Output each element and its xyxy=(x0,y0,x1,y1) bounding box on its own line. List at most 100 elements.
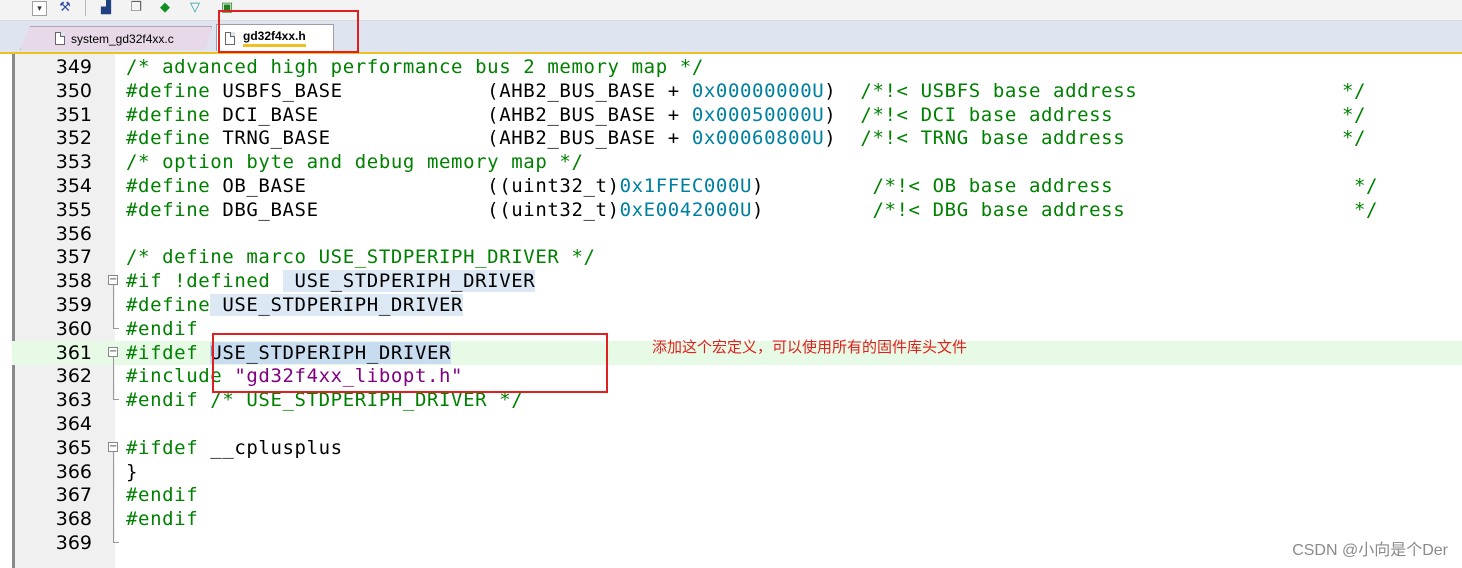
fold-end-marker xyxy=(113,327,119,329)
code-editor[interactable]: 349 /* advanced high performance bus 2 me… xyxy=(12,54,1462,568)
code-line[interactable]: 369 xyxy=(12,531,1462,555)
code-token: 0x00050000U xyxy=(691,103,825,126)
fold-guide xyxy=(113,356,114,401)
line-number: 364 xyxy=(55,413,92,435)
code-text: /* option byte and debug memory map */ xyxy=(126,150,583,174)
code-token: } xyxy=(126,460,139,483)
line-number: 356 xyxy=(55,222,92,245)
code-line[interactable]: 362 #include "gd32f4xx_libopt.h" xyxy=(12,364,1462,388)
code-line[interactable]: 368 #endif xyxy=(12,507,1462,531)
code-line[interactable]: 355 #define DBG_BASE ((uint32_t)0xE004200… xyxy=(12,198,1462,222)
code-line[interactable]: 364 xyxy=(12,412,1462,436)
code-text: #endif /* USE_STDPERIPH_DRIVER */ xyxy=(126,388,523,412)
code-text: #if !defined USE_STDPERIPH_DRIVER xyxy=(126,269,536,293)
code-line[interactable]: 349 /* advanced high performance bus 2 me… xyxy=(12,55,1462,79)
tab-gd32f4xx-h[interactable]: gd32f4xx.h xyxy=(216,24,334,51)
line-number: 349 xyxy=(55,56,92,78)
fold-guide xyxy=(113,451,114,543)
code-text: /* advanced high performance bus 2 memor… xyxy=(126,55,704,79)
code-token: 0x00060800U xyxy=(691,127,825,150)
code-token: /* option byte and debug memory map */ xyxy=(126,151,584,174)
code-line[interactable]: 352 #define TRNG_BASE (AHB2_BUS_BASE + 0x… xyxy=(12,126,1462,150)
code-token: 0x1FFEC000U xyxy=(619,175,753,197)
build-icon[interactable]: ▟ xyxy=(98,0,114,16)
tab-system-gd32f4xx-c[interactable]: system_gd32f4xx.c xyxy=(20,26,212,50)
code-line[interactable]: 358 − #if !defined USE_STDPERIPH_DRIVER xyxy=(12,269,1462,293)
fold-end-marker xyxy=(113,399,119,401)
file-icon xyxy=(225,31,235,45)
code-token: /*!< OB base address */ xyxy=(872,175,1379,197)
code-token: "gd32f4xx_libopt.h" xyxy=(234,365,464,388)
code-token: DCI_BASE (AHB2_BUS_BASE + xyxy=(210,103,692,126)
code-token: /*!< DCI base address */ xyxy=(860,103,1367,126)
code-line[interactable]: 367 #endif xyxy=(12,483,1462,507)
code-line[interactable]: 365 − #ifdef __cplusplus xyxy=(12,436,1462,460)
code-line[interactable]: 353 /* option byte and debug memory map *… xyxy=(12,150,1462,174)
filter-icon[interactable]: ▽ xyxy=(187,0,203,16)
code-token: #endif xyxy=(126,484,199,507)
code-text: } xyxy=(126,460,138,484)
code-token: /* define marco USE_STDPERIPH_DRIVER */ xyxy=(126,246,596,269)
code-text: #ifdef __cplusplus xyxy=(126,436,343,460)
code-token: #endif xyxy=(126,317,199,340)
code-text: #include "gd32f4xx_libopt.h" xyxy=(126,364,463,388)
code-token: #define xyxy=(126,198,211,221)
code-token: #define xyxy=(126,294,211,316)
wand-icon[interactable]: ⚒ xyxy=(57,0,73,16)
code-token: ) xyxy=(824,127,861,150)
fold-toggle-icon[interactable]: − xyxy=(108,346,118,357)
code-token: 0x00000000U xyxy=(691,79,825,102)
target-icon[interactable]: ▣ xyxy=(219,0,235,16)
line-number: 350 xyxy=(55,79,92,102)
dropdown-arrow-icon[interactable]: ▾ xyxy=(32,1,47,16)
code-token: DBG_BASE ((uint32_t) xyxy=(210,198,620,221)
code-line[interactable]: 350 #define USBFS_BASE (AHB2_BUS_BASE + 0… xyxy=(12,79,1462,103)
fold-guide xyxy=(113,285,114,329)
code-token: #if !defined xyxy=(126,270,283,293)
code-line[interactable]: 354 #define OB_BASE ((uint32_t)0x1FFEC000… xyxy=(12,174,1462,198)
line-number: 352 xyxy=(55,127,92,150)
line-number: 366 xyxy=(55,460,92,483)
annotation-text: 添加这个宏定义，可以使用所有的固件库头文件 xyxy=(652,338,968,356)
line-number: 360 xyxy=(55,317,92,340)
code-token: /*!< DBG base address */ xyxy=(872,198,1379,221)
line-number: 357 xyxy=(55,246,92,269)
code-token: __cplusplus xyxy=(198,436,343,459)
line-number: 351 xyxy=(55,103,92,126)
file-icon xyxy=(55,32,65,45)
code-token: ) xyxy=(824,103,861,126)
code-token: 0xE0042000U xyxy=(619,198,753,221)
code-line[interactable]: 357 /* define marco USE_STDPERIPH_DRIVER … xyxy=(12,245,1462,269)
code-text: #define DBG_BASE ((uint32_t)0xE0042000U)… xyxy=(126,198,1378,222)
line-number: 359 xyxy=(55,294,92,316)
diamond-icon[interactable]: ◆ xyxy=(157,0,173,16)
code-token: #ifdef xyxy=(126,341,199,364)
code-token: USE_STDPERIPH_DRIVER xyxy=(210,294,464,316)
code-token: TRNG_BASE (AHB2_BUS_BASE + xyxy=(210,127,692,150)
code-token: #define xyxy=(126,103,211,126)
code-line[interactable]: 351 #define DCI_BASE (AHB2_BUS_BASE + 0x0… xyxy=(12,103,1462,127)
code-token: ) xyxy=(824,79,861,102)
line-number: 358 xyxy=(55,270,92,293)
tab-label: gd32f4xx.h xyxy=(243,29,306,47)
fold-toggle-icon[interactable]: − xyxy=(108,441,118,452)
code-text: /* define marco USE_STDPERIPH_DRIVER */ xyxy=(126,245,596,269)
windows-icon[interactable]: ❐ xyxy=(128,0,144,16)
code-line[interactable]: 359 #define USE_STDPERIPH_DRIVER xyxy=(12,293,1462,317)
code-text: #define DCI_BASE (AHB2_BUS_BASE + 0x0005… xyxy=(126,103,1366,127)
code-text: #define TRNG_BASE (AHB2_BUS_BASE + 0x000… xyxy=(126,126,1366,150)
line-number: 367 xyxy=(55,484,92,507)
line-number: 369 xyxy=(55,532,92,554)
line-number: 362 xyxy=(55,365,92,388)
line-number: 354 xyxy=(55,175,92,197)
code-line[interactable]: 366} xyxy=(12,460,1462,484)
toolbar: ▾ ⚒ ▟ ❐ ◆ ▽ ▣ xyxy=(0,0,1462,21)
code-line[interactable]: 356 xyxy=(12,222,1462,246)
code-token: USBFS_BASE (AHB2_BUS_BASE + xyxy=(210,79,692,102)
fold-toggle-icon[interactable]: − xyxy=(108,275,118,286)
line-number: 368 xyxy=(55,508,92,531)
code-line[interactable]: 363 #endif /* USE_STDPERIPH_DRIVER */ xyxy=(12,388,1462,412)
code-text: #define OB_BASE ((uint32_t)0x1FFEC000U) … xyxy=(126,174,1378,198)
code-token: #include xyxy=(126,365,235,388)
